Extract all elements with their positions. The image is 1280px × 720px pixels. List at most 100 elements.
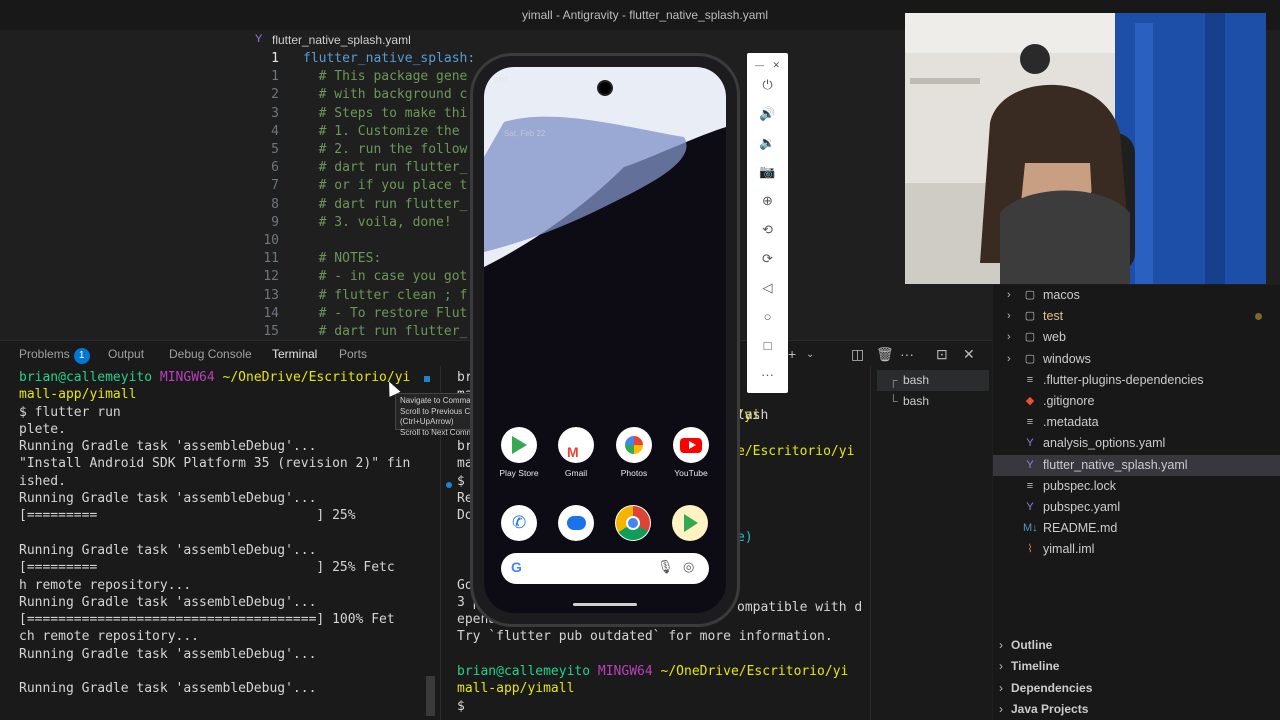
trash-icon[interactable]: 🗑 [876, 346, 894, 363]
chevron-right-icon[interactable]: › [1007, 349, 1011, 370]
terminal-1[interactable]: brian@callemeyito MINGW64 ~/OneDrive/Esc… [19, 369, 424, 720]
close-icon[interactable]: ✕ [747, 55, 788, 75]
line-number: 15 [263, 324, 279, 339]
command-decoration-icon[interactable] [424, 376, 430, 382]
rotate-left-icon[interactable]: ⟲ [747, 220, 788, 240]
explorer-item-label: test [1043, 309, 1064, 324]
modified-dot-icon [1255, 313, 1262, 321]
play-games-app-icon[interactable] [672, 505, 708, 541]
camera-icon[interactable]: 📷 [747, 162, 788, 182]
explorer-item-yimall-iml[interactable]: ⌇ yimall.iml [993, 539, 1280, 560]
explorer-item-macos[interactable]: › ▢ macos [993, 285, 1280, 306]
code-text: # 3. voila, done! [303, 214, 452, 230]
line-number: 7 [271, 178, 279, 194]
power-icon[interactable]: ⏻ [747, 75, 788, 95]
rss-icon: ⌇ [1027, 543, 1033, 556]
command-decoration-icon[interactable] [446, 482, 452, 488]
volume-down-icon[interactable]: 🔉 [747, 133, 788, 153]
code-text: # dart run flutter_ [303, 160, 468, 176]
app-play-store[interactable]: Play Store [491, 427, 547, 478]
front-camera [597, 80, 613, 96]
line-number: 6 [271, 160, 279, 176]
terminal-list-item[interactable]: └ bash [877, 391, 989, 412]
problems-count-badge: 1 [73, 348, 90, 364]
tab-problems[interactable]: Problems 1 [19, 347, 90, 364]
app-gmail[interactable]: M Gmail [548, 427, 604, 478]
tab-debug-console[interactable]: Debug Console [169, 347, 252, 361]
chevron-right-icon[interactable]: › [1007, 285, 1011, 306]
terminal-list-item[interactable]: ┌ bash [877, 370, 989, 391]
explorer-item-test[interactable]: › ▢ test [993, 306, 1280, 327]
explorer-item-gitignore[interactable]: ◆ .gitignore [993, 391, 1280, 412]
overview-icon[interactable]: □ [747, 336, 788, 356]
code-text: # This package gene [303, 69, 468, 85]
app-photos[interactable]: Photos [606, 427, 662, 478]
status-bar: 3:07 [494, 77, 508, 84]
gesture-home-bar[interactable] [573, 603, 637, 606]
terminal-line: Running Gradle task 'assembleDebug'... [19, 594, 317, 610]
microphone-icon[interactable]: 🎙 [657, 559, 674, 575]
terminal-line: $ flutter run [19, 404, 121, 420]
folder-icon: ▢ [1024, 352, 1036, 365]
tab-terminal[interactable]: Terminal [265, 341, 324, 367]
more-icon[interactable]: ··· [747, 365, 788, 385]
lens-icon[interactable]: ◎ [683, 559, 694, 575]
terminal-line: [========= ] 25% [19, 508, 356, 524]
explorer-item-web[interactable]: › ▢ web [993, 327, 1280, 348]
terminal-2-fragment-lash: lash [737, 408, 769, 423]
editor-tab[interactable]: Y flutter_native_splash.yaml [237, 30, 487, 50]
app-youtube[interactable]: YouTube [663, 427, 719, 478]
section-java-projects[interactable]: › Java Projects [993, 699, 1280, 720]
date-widget[interactable]: Sat, Feb 22 [504, 129, 545, 138]
tab-output[interactable]: Output [108, 347, 144, 361]
rotate-right-icon[interactable]: ⟳ [747, 249, 788, 269]
split-terminal-icon[interactable]: ◫ [851, 346, 864, 363]
chevron-right-icon[interactable]: › [1007, 327, 1011, 348]
explorer-item-flutter-plugins-dependencies[interactable]: ≡ .flutter-plugins-dependencies [993, 370, 1280, 391]
section-dependencies[interactable]: › Dependencies [993, 678, 1280, 699]
terminal-line: Running Gradle task 'assembleDebug'... [19, 491, 317, 507]
chevron-right-icon[interactable]: › [1007, 306, 1011, 327]
code-text: # or if you place t [303, 178, 468, 194]
code-text: # 1. Customize the [303, 123, 468, 139]
line-number: 5 [271, 142, 279, 157]
yaml-icon: Y [1026, 501, 1034, 513]
explorer-item-readme-md[interactable]: M↓ README.md [993, 518, 1280, 539]
line-number: 3 [271, 105, 279, 121]
explorer-item-analysis-options-yaml[interactable]: Yanalysis_options.yaml [993, 433, 1280, 454]
explorer-item-pubspec-lock[interactable]: ≡ pubspec.lock [993, 476, 1280, 497]
volume-up-icon[interactable]: 🔊 [747, 104, 788, 124]
terminal-list-divider[interactable] [870, 366, 871, 720]
youtube-icon [673, 427, 709, 463]
explorer-item-windows[interactable]: › ▢ windows [993, 349, 1280, 370]
code-text: flutter_native_splash: [303, 51, 476, 66]
section-timeline[interactable]: › Timeline [993, 656, 1280, 677]
terminal-scrollbar[interactable] [426, 676, 435, 716]
phone-app-icon[interactable]: ✆ [501, 505, 537, 541]
google-search-bar[interactable]: G 🎙 ◎ [501, 553, 709, 584]
terminal-line: plete. [19, 421, 66, 437]
terminal-line: brian@callemeyito MINGW64 ~/OneDrive/Esc… [457, 664, 849, 680]
maximize-panel-icon[interactable]: ⊡ [936, 346, 948, 363]
zoom-icon[interactable]: ⊕ [747, 191, 788, 211]
home-icon[interactable]: ○ [747, 307, 788, 327]
terminal-line: Running Gradle task 'assembleDebug'... [19, 542, 317, 558]
close-panel-icon[interactable]: ✕ [963, 346, 975, 363]
chevron-down-icon[interactable]: ⌄ [806, 349, 814, 360]
back-icon[interactable]: ◁ [747, 278, 788, 298]
explorer-item-label: .flutter-plugins-dependencies [1043, 372, 1204, 387]
explorer-item-flutter-native-splash-yaml[interactable]: Yflutter_native_splash.yaml [993, 454, 1280, 476]
android-home-screen[interactable]: 3:07 Sat, Feb 22 Play Store M Gmail Photo… [484, 67, 726, 613]
line-number: 1 [271, 51, 279, 66]
explorer-item-label: macos [1043, 288, 1080, 302]
more-actions-icon[interactable]: ··· [900, 346, 914, 362]
chrome-app-icon[interactable] [615, 505, 651, 541]
folder-icon: ▢ [1024, 310, 1036, 323]
tab-ports[interactable]: Ports [339, 347, 367, 361]
explorer-item-metadata[interactable]: ≡ .metadata [993, 412, 1280, 433]
section-outline[interactable]: › Outline [993, 635, 1280, 656]
messages-app-icon[interactable] [558, 505, 594, 541]
new-terminal-icon[interactable]: + [788, 346, 796, 362]
explorer-item-pubspec-yaml[interactable]: Ypubspec.yaml [993, 497, 1280, 518]
